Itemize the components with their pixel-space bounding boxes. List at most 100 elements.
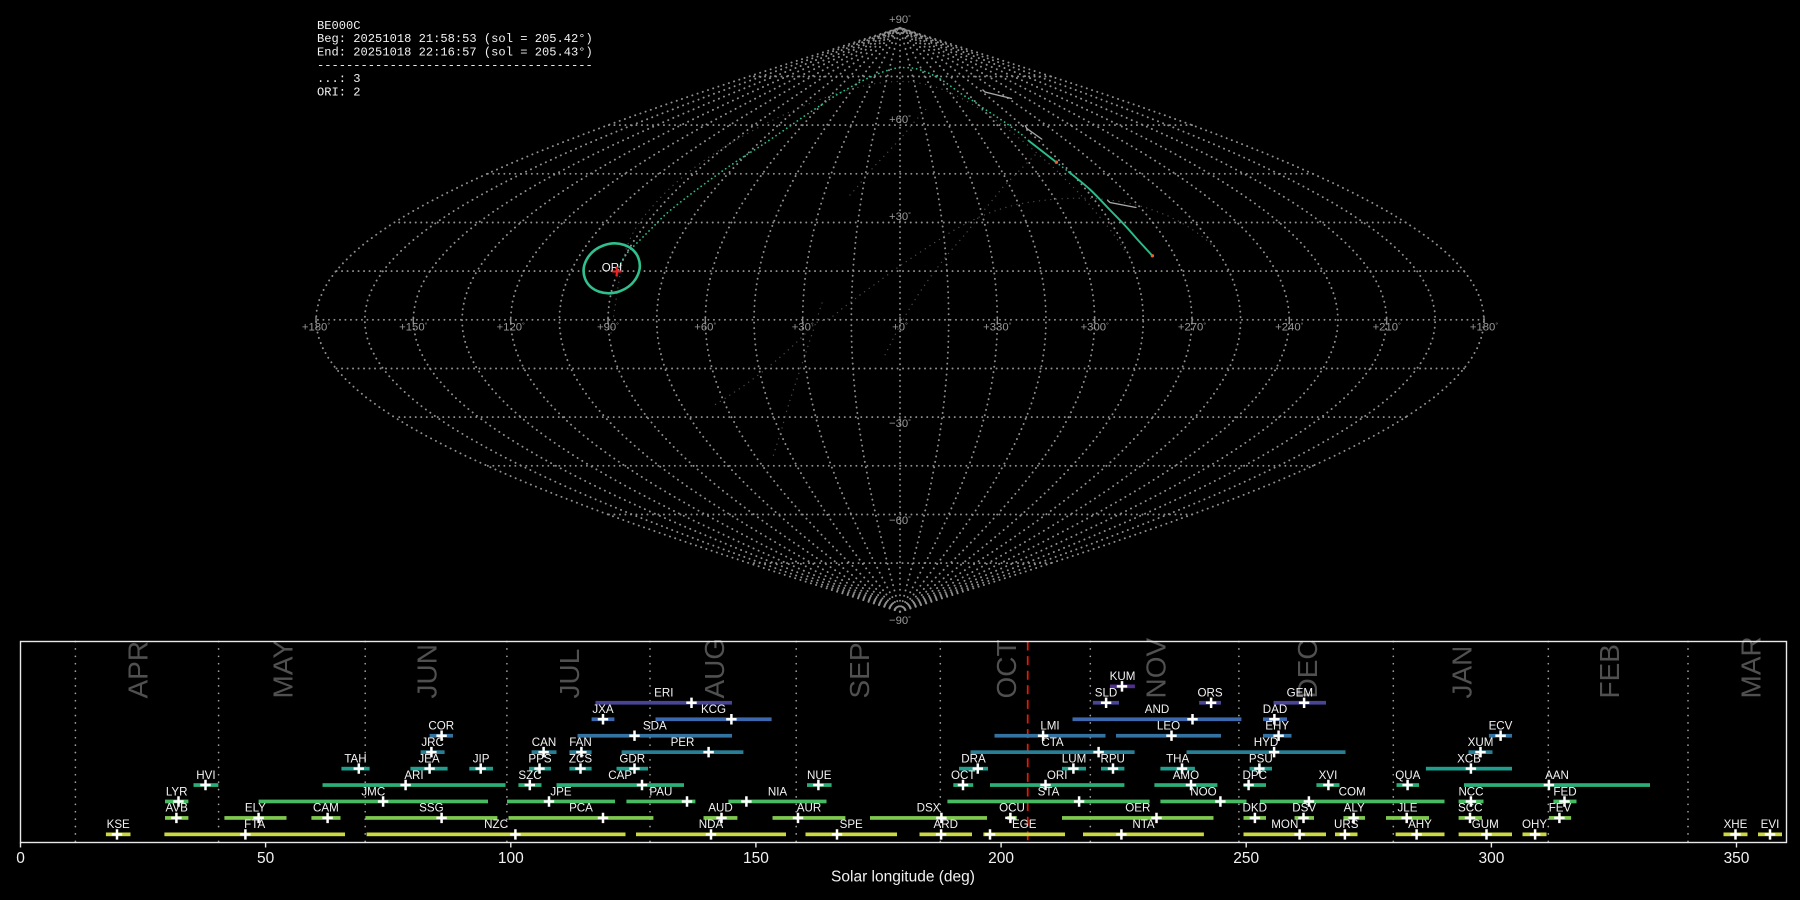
svg-text:MAR: MAR	[1735, 636, 1766, 698]
svg-text:50: 50	[257, 850, 275, 867]
svg-text:OCT: OCT	[951, 769, 975, 782]
svg-text:FAN: FAN	[569, 736, 592, 749]
svg-text:+330°: +330°	[983, 321, 1011, 333]
svg-text:ALY: ALY	[1344, 802, 1365, 815]
svg-text:LEO: LEO	[1157, 720, 1180, 733]
svg-text:250: 250	[1233, 850, 1259, 867]
svg-text:+60°: +60°	[889, 114, 911, 126]
svg-text:EGE: EGE	[1012, 818, 1037, 831]
svg-text:PCA: PCA	[569, 802, 593, 815]
svg-text:KCG: KCG	[701, 703, 726, 716]
svg-text:HYD: HYD	[1254, 736, 1278, 749]
svg-text:XCB: XCB	[1457, 752, 1481, 765]
svg-text:AVB: AVB	[166, 802, 189, 815]
svg-text:MAY: MAY	[268, 640, 299, 699]
svg-text:Beg: 20251018 21:58:53 (sol =: Beg: 20251018 21:58:53 (sol = 205.42°)	[317, 32, 593, 46]
svg-text:NZC: NZC	[484, 818, 508, 831]
svg-text:FED: FED	[1553, 785, 1576, 798]
svg-text:CAP: CAP	[608, 769, 632, 782]
svg-text:NTA: NTA	[1132, 818, 1155, 831]
svg-text:KUM: KUM	[1110, 670, 1136, 683]
svg-text:End: 20251018 22:16:57 (sol =: End: 20251018 22:16:57 (sol = 205.43°)	[317, 45, 593, 59]
svg-text:XVI: XVI	[1319, 769, 1338, 782]
svg-text:------------------------------: --------------------------------------	[317, 59, 593, 73]
svg-text:STA: STA	[1038, 785, 1060, 798]
svg-text:THA: THA	[1166, 752, 1189, 765]
svg-text:300: 300	[1478, 850, 1504, 867]
svg-text:ARD: ARD	[934, 818, 958, 831]
svg-text:+210°: +210°	[1373, 321, 1401, 333]
svg-text:CAM: CAM	[313, 802, 339, 815]
svg-text:OER: OER	[1125, 802, 1150, 815]
svg-text:QUA: QUA	[1395, 769, 1420, 782]
svg-text:GUM: GUM	[1472, 818, 1499, 831]
svg-text:NOO: NOO	[1190, 785, 1216, 798]
svg-text:+150°: +150°	[399, 321, 427, 333]
svg-text:EHY: EHY	[1265, 720, 1289, 733]
svg-text:DSX: DSX	[917, 802, 941, 815]
svg-text:350: 350	[1724, 850, 1750, 867]
svg-text:COM: COM	[1339, 785, 1366, 798]
svg-text:MON: MON	[1271, 818, 1298, 831]
svg-text:+90°: +90°	[889, 14, 911, 26]
svg-text:XHE: XHE	[1724, 818, 1748, 831]
svg-text:ELY: ELY	[245, 802, 266, 815]
svg-text:AHY: AHY	[1408, 818, 1432, 831]
svg-text:...: 3: ...: 3	[317, 72, 361, 86]
svg-text:LUM: LUM	[1062, 752, 1086, 765]
svg-text:HVI: HVI	[196, 769, 215, 782]
svg-text:JXA: JXA	[592, 703, 614, 716]
svg-text:SSG: SSG	[419, 802, 443, 815]
svg-text:SEP: SEP	[844, 642, 875, 698]
svg-text:+180°: +180°	[302, 321, 330, 333]
svg-text:URS: URS	[1334, 818, 1359, 831]
svg-text:RPU: RPU	[1100, 752, 1124, 765]
svg-text:NIA: NIA	[768, 785, 788, 798]
svg-text:BE000C: BE000C	[317, 19, 361, 33]
svg-text:AMO: AMO	[1173, 769, 1199, 782]
svg-text:150: 150	[743, 850, 769, 867]
svg-text:LYR: LYR	[166, 785, 188, 798]
svg-text:JEA: JEA	[418, 752, 440, 765]
svg-text:−60°: −60°	[889, 515, 911, 527]
svg-text:PPS: PPS	[528, 752, 551, 765]
svg-text:AUG: AUG	[699, 638, 730, 699]
svg-text:JIP: JIP	[473, 752, 490, 765]
svg-text:SCC: SCC	[1458, 802, 1482, 815]
svg-text:APR: APR	[123, 641, 154, 699]
svg-text:+90°: +90°	[597, 321, 619, 333]
svg-text:CTA: CTA	[1041, 736, 1064, 749]
svg-text:+270°: +270°	[1178, 321, 1206, 333]
svg-text:GDR: GDR	[619, 752, 645, 765]
svg-text:ARI: ARI	[404, 769, 423, 782]
svg-text:DAD: DAD	[1263, 703, 1287, 716]
svg-text:PER: PER	[671, 736, 695, 749]
svg-text:SDA: SDA	[643, 720, 667, 733]
svg-text:FEB: FEB	[1594, 644, 1625, 698]
svg-text:JUL: JUL	[554, 649, 585, 699]
svg-text:TAH: TAH	[344, 752, 366, 765]
svg-text:ZCS: ZCS	[569, 752, 592, 765]
svg-text:SLD: SLD	[1095, 687, 1118, 700]
svg-text:DRA: DRA	[961, 752, 986, 765]
svg-text:DPC: DPC	[1243, 769, 1267, 782]
svg-text:OCU: OCU	[999, 802, 1025, 815]
svg-text:FTA: FTA	[244, 818, 265, 831]
svg-text:AUD: AUD	[708, 802, 732, 815]
svg-text:SZC: SZC	[518, 769, 541, 782]
svg-text:LMI: LMI	[1040, 720, 1059, 733]
svg-text:−30°: −30°	[889, 418, 911, 430]
svg-text:0: 0	[16, 850, 25, 867]
svg-text:ORS: ORS	[1197, 687, 1222, 700]
svg-text:GEM: GEM	[1287, 687, 1313, 700]
svg-text:EVI: EVI	[1761, 818, 1780, 831]
svg-text:OCT: OCT	[991, 639, 1022, 698]
svg-text:AND: AND	[1145, 703, 1169, 716]
svg-text:NUE: NUE	[807, 769, 832, 782]
svg-text:NCC: NCC	[1458, 785, 1483, 798]
svg-text:FEV: FEV	[1549, 802, 1572, 815]
svg-text:+300°: +300°	[1081, 321, 1109, 333]
svg-text:ORI: 2: ORI: 2	[317, 85, 361, 99]
svg-text:JPE: JPE	[550, 785, 572, 798]
svg-text:AAN: AAN	[1545, 769, 1569, 782]
